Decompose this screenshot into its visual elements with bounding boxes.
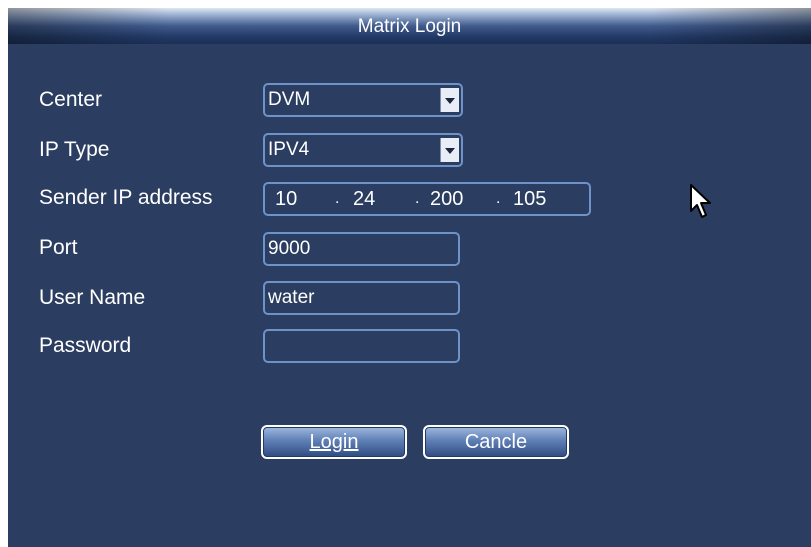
matrix-login-dialog: Matrix Login Center DVM IP Type IPV4 Sen… [8, 8, 811, 547]
center-dropdown[interactable]: DVM [263, 83, 463, 117]
password-label: Password [39, 334, 132, 357]
port-input[interactable]: 9000 [263, 232, 460, 266]
center-value: DVM [268, 89, 311, 110]
sender-ip-input[interactable]: 10 . 24 . 200 . 105 [263, 182, 591, 216]
chevron-down-icon[interactable] [440, 88, 459, 112]
center-label: Center [39, 88, 103, 111]
user-name-label: User Name [39, 286, 146, 309]
ip-type-label: IP Type [39, 138, 110, 161]
title-bar: Matrix Login [8, 8, 811, 44]
login-button-label: Login [309, 431, 359, 453]
password-input[interactable] [263, 329, 460, 363]
cancel-button[interactable]: Cancle [423, 425, 569, 459]
ip-octet-4[interactable]: 105 [513, 184, 546, 214]
ip-separator: . [415, 190, 420, 207]
dialog-title: Matrix Login [357, 16, 462, 37]
port-label: Port [39, 236, 78, 259]
login-button[interactable]: Login [261, 425, 407, 459]
port-value: 9000 [268, 238, 311, 259]
chevron-down-icon[interactable] [440, 138, 459, 162]
sender-ip-label: Sender IP address [39, 186, 213, 209]
user-name-input[interactable]: water [263, 281, 460, 315]
ip-octet-1[interactable]: 10 [275, 184, 297, 214]
ip-separator: . [335, 190, 340, 207]
ip-type-value: IPV4 [268, 139, 310, 160]
ip-type-dropdown[interactable]: IPV4 [263, 133, 463, 167]
cancel-button-label: Cancle [464, 431, 528, 453]
mouse-pointer-icon [690, 184, 711, 218]
ip-separator: . [496, 190, 501, 207]
ip-octet-2[interactable]: 24 [353, 184, 375, 214]
user-name-value: water [268, 287, 315, 308]
ip-octet-3[interactable]: 200 [430, 184, 463, 214]
